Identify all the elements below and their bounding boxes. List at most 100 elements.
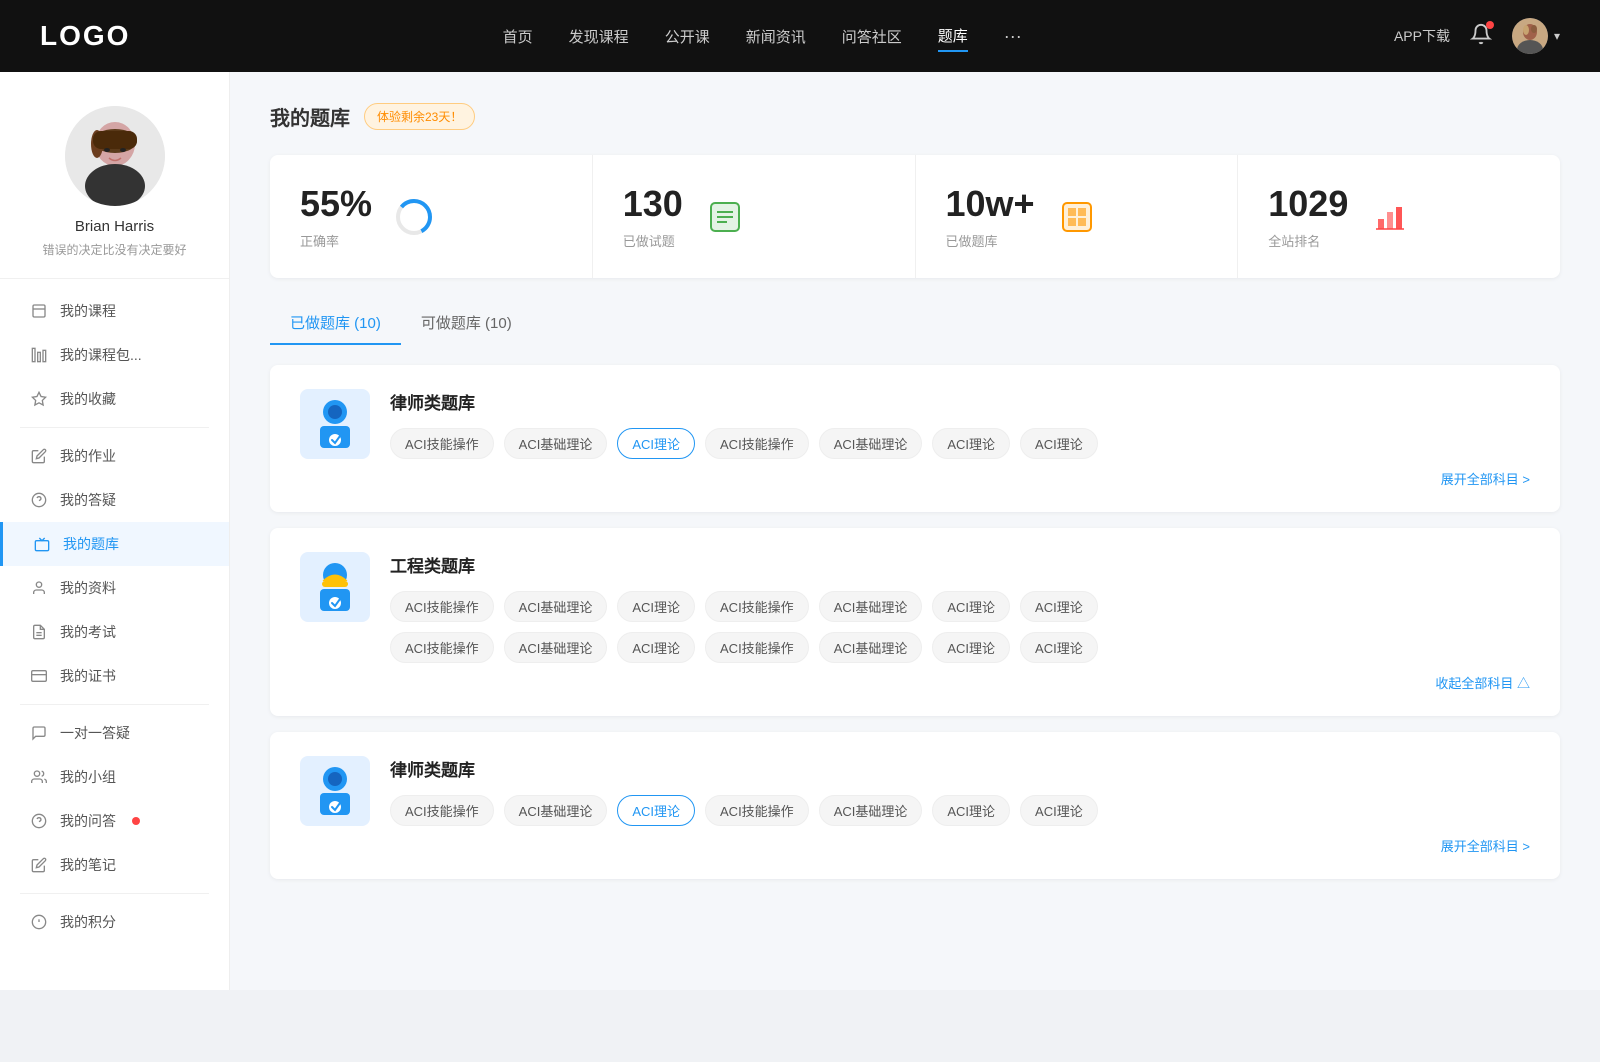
sidebar-item-group[interactable]: 我的小组 [0, 755, 229, 799]
bank-title-0: 律师类题库 [390, 389, 1530, 414]
bank-card-2: 律师类题库 ACI技能操作 ACI基础理论 ACI理论 ACI技能操作 ACI基… [270, 732, 1560, 879]
stats-row: 55% 正确率 130 已做试题 [270, 155, 1560, 278]
sidebar-item-favorites[interactable]: 我的收藏 [0, 377, 229, 421]
sidebar-item-my-qa[interactable]: 我的问答 [0, 799, 229, 843]
tag-1-0[interactable]: ACI技能操作 [390, 591, 494, 622]
sidebar: Brian Harris 错误的决定比没有决定要好 我的课程 我的课程包... [0, 72, 230, 990]
score-icon [30, 913, 48, 931]
tag-1-12[interactable]: ACI理论 [932, 632, 1010, 663]
tag-2-2[interactable]: ACI理论 [617, 795, 695, 826]
stat-done-banks: 10w+ 已做题库 [916, 155, 1239, 278]
tag-1-9[interactable]: ACI理论 [617, 632, 695, 663]
tag-0-5[interactable]: ACI理论 [932, 428, 1010, 459]
bank-title-2: 律师类题库 [390, 756, 1530, 781]
tag-1-1[interactable]: ACI基础理论 [504, 591, 608, 622]
tags-row-1b: ACI技能操作 ACI基础理论 ACI理论 ACI技能操作 ACI基础理论 AC… [390, 632, 1530, 663]
main-content: 我的题库 体验剩余23天！ 55% 正确率 [230, 72, 1600, 990]
tag-2-4[interactable]: ACI基础理论 [819, 795, 923, 826]
app-download-btn[interactable]: APP下载 [1394, 26, 1450, 46]
nav-mooc[interactable]: 公开课 [665, 22, 710, 51]
stat-done-questions: 130 已做试题 [593, 155, 916, 278]
one-on-one-icon [30, 724, 48, 742]
chart-icon [30, 346, 48, 364]
nav-qa[interactable]: 问答社区 [842, 22, 902, 51]
question-icon [30, 491, 48, 509]
tag-1-4[interactable]: ACI基础理论 [819, 591, 923, 622]
nav-discover[interactable]: 发现课程 [569, 22, 629, 51]
tag-1-8[interactable]: ACI基础理论 [504, 632, 608, 663]
tag-0-1[interactable]: ACI基础理论 [504, 428, 608, 459]
sidebar-item-exam[interactable]: 我的考试 [0, 610, 229, 654]
tab-done-banks[interactable]: 已做题库 (10) [270, 302, 401, 345]
bank-icon-lawyer-0 [300, 389, 370, 459]
header: LOGO 首页 发现课程 公开课 新闻资讯 问答社区 题库 ··· APP下载 [0, 0, 1600, 72]
stat-rank: 1029 全站排名 [1238, 155, 1560, 278]
bank-content-2: 律师类题库 ACI技能操作 ACI基础理论 ACI理论 ACI技能操作 ACI基… [390, 756, 1530, 855]
tag-0-2[interactable]: ACI理论 [617, 428, 695, 459]
profile-avatar [65, 106, 165, 206]
stat-done-q-value-wrap: 130 已做试题 [623, 183, 683, 250]
tag-0-4[interactable]: ACI基础理论 [819, 428, 923, 459]
tag-1-13[interactable]: ACI理论 [1020, 632, 1098, 663]
exam-icon [30, 623, 48, 641]
sidebar-item-homework[interactable]: 我的作业 [0, 434, 229, 478]
edit-icon [30, 447, 48, 465]
bank-card-1: 工程类题库 ACI技能操作 ACI基础理论 ACI理论 ACI技能操作 ACI基… [270, 528, 1560, 716]
star-icon [30, 390, 48, 408]
stat-done-q-value: 130 [623, 183, 683, 225]
logo[interactable]: LOGO [40, 20, 130, 52]
sidebar-item-qa[interactable]: 我的答疑 [0, 478, 229, 522]
nav-home[interactable]: 首页 [503, 22, 533, 51]
tag-0-0[interactable]: ACI技能操作 [390, 428, 494, 459]
stat-done-b-value: 10w+ [946, 183, 1035, 225]
nav-more[interactable]: ··· [1004, 26, 1022, 47]
page-title: 我的题库 [270, 102, 350, 131]
sidebar-item-profile[interactable]: 我的资料 [0, 566, 229, 610]
sidebar-item-score[interactable]: 我的积分 [0, 900, 229, 944]
stat-rank-label: 全站排名 [1268, 231, 1348, 250]
tag-1-2[interactable]: ACI理论 [617, 591, 695, 622]
sidebar-item-bank[interactable]: 我的题库 [0, 522, 229, 566]
nav-news[interactable]: 新闻资讯 [746, 22, 806, 51]
main-nav: 首页 发现课程 公开课 新闻资讯 问答社区 题库 ··· [503, 21, 1022, 52]
tag-2-1[interactable]: ACI基础理论 [504, 795, 608, 826]
sidebar-item-one-on-one[interactable]: 一对一答疑 [0, 711, 229, 755]
tag-1-6[interactable]: ACI理论 [1020, 591, 1098, 622]
user-avatar-wrap[interactable]: ▾ [1512, 18, 1560, 54]
nav-bank[interactable]: 题库 [938, 21, 968, 52]
tag-2-5[interactable]: ACI理论 [932, 795, 1010, 826]
collapse-link-1[interactable]: 收起全部科目 △ [390, 673, 1530, 692]
tag-2-0[interactable]: ACI技能操作 [390, 795, 494, 826]
sidebar-item-course-pack[interactable]: 我的课程包... [0, 333, 229, 377]
bank-title-1: 工程类题库 [390, 552, 1530, 577]
tag-1-10[interactable]: ACI技能操作 [705, 632, 809, 663]
stat-accuracy: 55% 正确率 [270, 155, 593, 278]
stat-accuracy-label: 正确率 [300, 231, 372, 250]
notification-bell[interactable] [1470, 23, 1492, 50]
tag-0-6[interactable]: ACI理论 [1020, 428, 1098, 459]
bank-content-1: 工程类题库 ACI技能操作 ACI基础理论 ACI理论 ACI技能操作 ACI基… [390, 552, 1530, 692]
bank-icon-engineer [300, 552, 370, 622]
sidebar-item-courses[interactable]: 我的课程 [0, 289, 229, 333]
expand-link-0[interactable]: 展开全部科目 > [390, 469, 1530, 488]
profile-motto: 错误的决定比没有决定要好 [20, 241, 209, 258]
menu-divider-1 [20, 427, 209, 428]
menu-divider-3 [20, 893, 209, 894]
header-right: APP下载 ▾ [1394, 18, 1560, 54]
expand-link-2[interactable]: 展开全部科目 > [390, 836, 1530, 855]
tag-1-7[interactable]: ACI技能操作 [390, 632, 494, 663]
sidebar-item-notes[interactable]: 我的笔记 [0, 843, 229, 887]
qa-icon [30, 812, 48, 830]
tag-2-6[interactable]: ACI理论 [1020, 795, 1098, 826]
tag-0-3[interactable]: ACI技能操作 [705, 428, 809, 459]
tabs-row: 已做题库 (10) 可做题库 (10) [270, 302, 1560, 345]
main-layout: Brian Harris 错误的决定比没有决定要好 我的课程 我的课程包... [0, 72, 1600, 990]
tag-2-3[interactable]: ACI技能操作 [705, 795, 809, 826]
tab-available-banks[interactable]: 可做题库 (10) [401, 302, 532, 345]
avatar-chevron: ▾ [1554, 29, 1560, 43]
tag-1-5[interactable]: ACI理论 [932, 591, 1010, 622]
sidebar-item-cert[interactable]: 我的证书 [0, 654, 229, 698]
tag-1-3[interactable]: ACI技能操作 [705, 591, 809, 622]
tag-1-11[interactable]: ACI基础理论 [819, 632, 923, 663]
note-icon [30, 856, 48, 874]
